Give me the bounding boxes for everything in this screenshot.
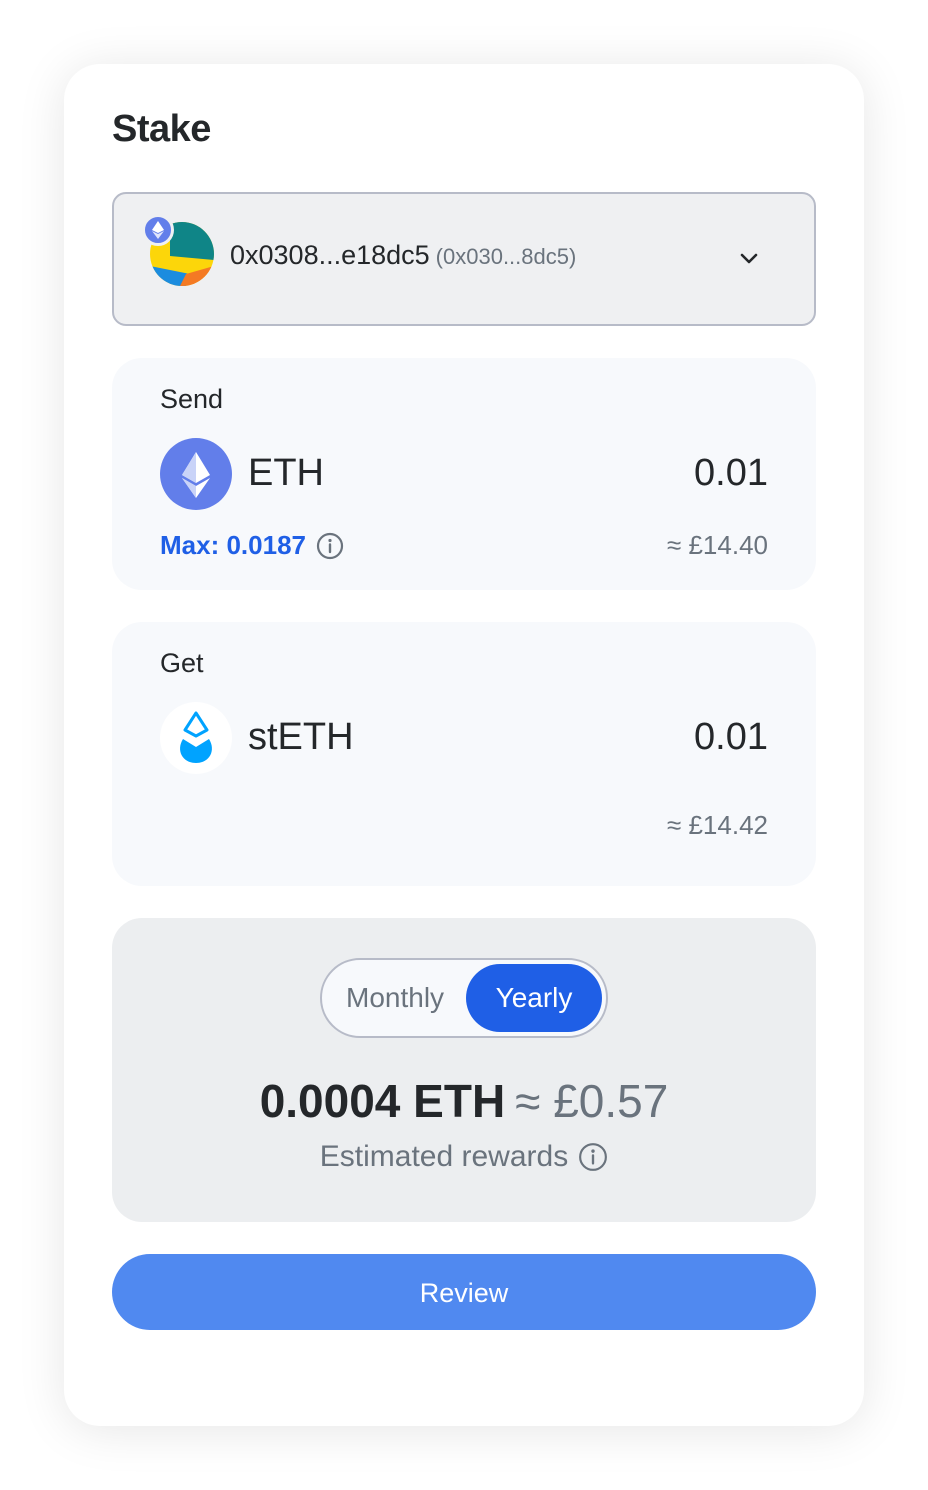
send-amount-input[interactable]: 0.01: [694, 452, 768, 495]
info-icon[interactable]: [578, 1142, 608, 1172]
estimated-reward-value: 0.0004 ETH ≈ £0.57: [112, 1074, 816, 1128]
info-icon[interactable]: [316, 532, 344, 560]
estimated-rewards-label: Estimated rewards: [112, 1140, 816, 1174]
max-button[interactable]: Max: 0.0187: [160, 530, 344, 561]
account-name-text: 0x0308...e18dc5: [230, 240, 430, 270]
account-name: 0x0308...e18dc5 (0x030...8dc5): [230, 240, 576, 271]
period-toggle[interactable]: Monthly Yearly: [320, 958, 608, 1038]
max-label: Max: 0.0187: [160, 530, 306, 560]
get-token-name: stETH: [248, 716, 354, 758]
rewards-panel: Monthly Yearly 0.0004 ETH ≈ £0.57 Estimat…: [112, 918, 816, 1222]
account-address: (0x030...8dc5): [435, 244, 577, 269]
eth-token-icon: [160, 438, 232, 510]
send-token-name: ETH: [248, 452, 324, 494]
send-label: Send: [160, 384, 224, 414]
account-selector[interactable]: 0x0308...e18dc5 (0x030...8dc5): [112, 192, 816, 326]
chevron-down-icon[interactable]: [736, 246, 762, 272]
get-panel: Get stETH 0.01 ≈ £14.42: [112, 622, 816, 886]
ethereum-network-icon: [142, 214, 174, 246]
page-title: Stake: [112, 108, 211, 150]
reward-eth: 0.0004 ETH: [259, 1075, 506, 1127]
toggle-monthly[interactable]: Monthly: [346, 960, 444, 1036]
get-fiat-value: ≈ £14.42: [666, 810, 768, 840]
reward-fiat: ≈ £0.57: [515, 1075, 669, 1127]
reward-label-text: Estimated rewards: [319, 1140, 569, 1173]
send-fiat-value: ≈ £14.40: [666, 530, 768, 560]
review-button[interactable]: Review: [112, 1254, 816, 1330]
get-amount: 0.01: [694, 716, 768, 758]
stake-card: Stake 0x0308...e18dc5 (0x030...8dc5) Send: [64, 64, 864, 1426]
send-panel: Send ETH 0.01 Max: 0.0187 ≈ £14.40: [112, 358, 816, 590]
get-label: Get: [160, 648, 204, 678]
steth-token-icon: [160, 702, 232, 774]
toggle-yearly[interactable]: Yearly: [466, 964, 602, 1032]
